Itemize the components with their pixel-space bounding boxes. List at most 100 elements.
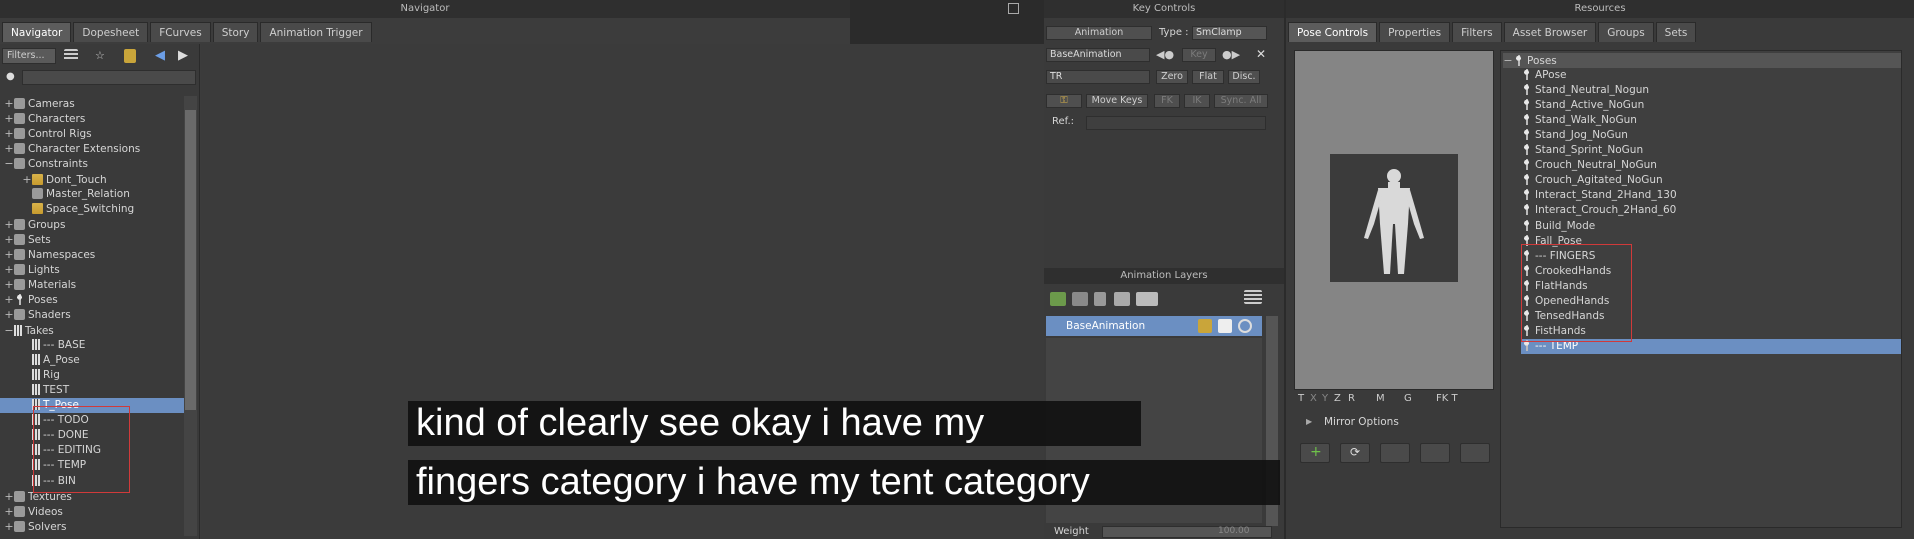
tab-properties[interactable]: Properties	[1379, 22, 1451, 42]
paste-pose-icon[interactable]	[1420, 443, 1450, 463]
expand-icon[interactable]: +	[4, 504, 14, 519]
tab-pose-controls[interactable]: Pose Controls	[1288, 22, 1378, 42]
tree-item[interactable]: − Constraints	[0, 156, 184, 171]
fk-button[interactable]: FK	[1154, 94, 1180, 108]
poses-root[interactable]: − Poses	[1503, 53, 1901, 68]
axis-button-fk-t[interactable]: FK T	[1436, 393, 1458, 404]
tab-navigator[interactable]: Navigator	[2, 22, 72, 42]
tree-item[interactable]: + Poses	[0, 292, 184, 307]
axis-button-z[interactable]: Z	[1334, 393, 1341, 404]
prev-key-icon[interactable]: ◀●	[1156, 48, 1174, 61]
add-layer-icon[interactable]	[1050, 292, 1066, 306]
refresh-pose-icon[interactable]: ⟳	[1340, 443, 1370, 463]
axis-button-g[interactable]: G	[1404, 393, 1412, 404]
ref-dropdown[interactable]	[1086, 116, 1266, 130]
pose-item[interactable]: Stand_Sprint_NoGun	[1521, 143, 1901, 158]
tab-sets[interactable]: Sets	[1655, 22, 1697, 42]
expand-icon[interactable]: +	[4, 489, 14, 504]
tree-scroll-thumb[interactable]	[185, 110, 196, 410]
delete-key-icon[interactable]: ✕	[1256, 47, 1266, 61]
layer-dropdown[interactable]: BaseAnimation	[1046, 48, 1150, 62]
tree-item[interactable]: + Sets	[0, 232, 184, 247]
pose-item[interactable]: Crouch_Neutral_NoGun	[1521, 158, 1901, 173]
pose-item[interactable]: Build_Mode	[1521, 219, 1901, 234]
expand-icon[interactable]: +	[4, 96, 14, 111]
expand-icon[interactable]: +	[22, 172, 32, 187]
mirror-options-label[interactable]: Mirror Options	[1324, 416, 1399, 428]
tree-item[interactable]: + Character Extensions	[0, 141, 184, 156]
search-input[interactable]	[22, 70, 196, 85]
tab-animation-trigger[interactable]: Animation Trigger	[260, 22, 372, 42]
animation-button[interactable]: Animation	[1046, 26, 1152, 40]
expand-icon[interactable]: +	[4, 292, 14, 307]
expand-icon[interactable]: +	[4, 232, 14, 247]
expand-icon[interactable]: +	[4, 277, 14, 292]
expand-icon[interactable]: −	[4, 323, 14, 338]
pose-item[interactable]: Stand_Neutral_Nogun	[1521, 83, 1901, 98]
tree-item[interactable]: − Takes	[0, 323, 184, 338]
pose-item[interactable]: APose	[1521, 68, 1901, 83]
float-icon[interactable]	[1008, 3, 1019, 14]
tree-item[interactable]: + Groups	[0, 217, 184, 232]
copy-pose-icon[interactable]	[1380, 443, 1410, 463]
tree-item[interactable]: + Lights	[0, 262, 184, 277]
tree-item[interactable]: + Solvers	[0, 519, 184, 534]
create-pose-icon[interactable]: +	[1300, 443, 1330, 463]
tree-item[interactable]: + Namespaces	[0, 247, 184, 262]
layer-stack-icon[interactable]	[1072, 292, 1088, 306]
layer-solo-icon[interactable]	[1218, 319, 1232, 333]
collapse-icon[interactable]: −	[1503, 53, 1513, 68]
pose-item[interactable]: Interact_Crouch_2Hand_60	[1521, 203, 1901, 218]
layers-copy-icon[interactable]	[1136, 292, 1158, 306]
expand-icon[interactable]: +	[4, 262, 14, 277]
sync-all-button[interactable]: Sync. All	[1214, 94, 1268, 108]
zero-button[interactable]: Zero	[1156, 70, 1188, 84]
pose-item[interactable]: Stand_Walk_NoGun	[1521, 113, 1901, 128]
back-arrow-icon[interactable]: ◀	[155, 48, 171, 63]
pose-item[interactable]: Interact_Stand_2Hand_130	[1521, 188, 1901, 203]
tab-filters[interactable]: Filters	[1452, 22, 1502, 42]
mirror-expand-icon[interactable]: ▶	[1306, 417, 1312, 426]
key-icon-button[interactable]: ⚿	[1046, 94, 1082, 108]
tab-asset-browser[interactable]: Asset Browser	[1503, 22, 1597, 42]
axis-button-x[interactable]: X	[1310, 393, 1317, 404]
tree-item[interactable]: + Control Rigs	[0, 126, 184, 141]
lock-icon[interactable]	[124, 49, 136, 63]
next-key-icon[interactable]: ●▶	[1222, 48, 1240, 61]
forward-arrow-icon[interactable]: ▶	[178, 48, 194, 63]
tree-item[interactable]: A_Pose	[0, 353, 184, 368]
filters-button[interactable]: Filters...	[2, 48, 56, 64]
merge-icon[interactable]	[1114, 292, 1130, 306]
expand-icon[interactable]: +	[4, 126, 14, 141]
move-keys-button[interactable]: Move Keys	[1086, 94, 1148, 108]
tree-item[interactable]: --- BASE	[0, 338, 184, 353]
pose-item[interactable]: Stand_Jog_NoGun	[1521, 128, 1901, 143]
tr-dropdown[interactable]: TR	[1046, 70, 1150, 84]
tree-item[interactable]: + Cameras	[0, 96, 184, 111]
trash-icon[interactable]	[1094, 292, 1106, 306]
tree-item[interactable]: + Shaders	[0, 307, 184, 322]
tab-fcurves[interactable]: FCurves	[150, 22, 211, 42]
tree-item[interactable]: Rig	[0, 368, 184, 383]
list-view-icon[interactable]	[64, 49, 78, 61]
flat-button[interactable]: Flat	[1192, 70, 1224, 84]
layer-row[interactable]: BaseAnimation	[1046, 316, 1262, 336]
tree-item[interactable]: TEST	[0, 383, 184, 398]
delete-pose-icon[interactable]	[1460, 443, 1490, 463]
tree-item[interactable]: + Videos	[0, 504, 184, 519]
axis-button-m[interactable]: M	[1376, 393, 1385, 404]
tab-dopesheet[interactable]: Dopesheet	[73, 22, 149, 42]
tree-item[interactable]: + Dont_Touch	[0, 172, 184, 187]
tree-item[interactable]: + Characters	[0, 111, 184, 126]
expand-icon[interactable]: −	[4, 156, 14, 171]
pose-item[interactable]: Crouch_Agitated_NoGun	[1521, 173, 1901, 188]
pose-item[interactable]: Stand_Active_NoGun	[1521, 98, 1901, 113]
expand-icon[interactable]: +	[4, 111, 14, 126]
expand-icon[interactable]: +	[4, 141, 14, 156]
axis-button-y[interactable]: Y	[1322, 393, 1328, 404]
axis-button-t[interactable]: T	[1298, 393, 1304, 404]
expand-icon[interactable]: +	[4, 519, 14, 534]
expand-icon[interactable]: +	[4, 217, 14, 232]
expand-icon[interactable]: +	[4, 307, 14, 322]
key-button[interactable]: Key	[1182, 48, 1216, 62]
